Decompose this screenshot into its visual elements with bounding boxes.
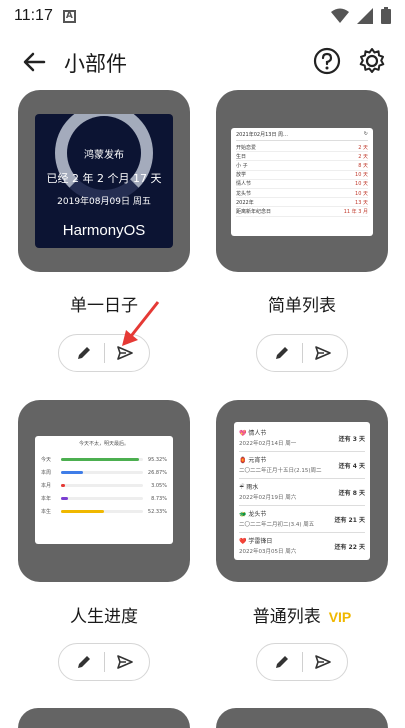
help-icon[interactable] [313,47,341,75]
back-arrow-icon[interactable] [20,48,48,76]
life-progress-preview: 今天不太，明天最后。 今天 95.32% 本周 26.87% 本月 3.05% 本年 8… [35,436,173,544]
signal-icon [357,7,373,24]
single-day-preview: 鸿蒙发布 已经 2 年 2 个月 17 天 2019年08月09日 周五 Har… [35,114,173,248]
red-arrow-annotation [122,301,160,346]
progress-fill [61,510,104,513]
preview-event-name: 鸿蒙发布 [84,150,124,161]
widget-label-simple-list: 简单列表 [268,296,336,316]
vip-badge: VIP [328,609,352,625]
progress-fill [61,458,139,461]
page-title: 小部件 [64,52,127,76]
widget-actions-simple-list [256,334,348,372]
edit-pencil-icon[interactable] [273,653,291,671]
progress-row: 本周 26.87% [41,469,167,477]
widget-card-single-day[interactable]: 鸿蒙发布 已经 2 年 2 个月 17 天 2019年08月09日 周五 Har… [18,90,190,272]
preview-date: 2019年08月09日 周五 [57,197,151,207]
progress-fill [61,471,84,474]
list-item: ❤️ 学雷锋日 2022年03月05日 周六 还有 22 天 [239,538,365,555]
progress-row: 本生 52.33% [41,508,167,516]
refresh-icon: ↻ [363,131,368,137]
send-icon[interactable] [116,653,134,671]
simple-list-preview: 2021年02月13日 周… ↻ 开始恋爱 2 天 生日 2 天 小 子8 天 放学 1… [231,128,373,236]
app-bar: 小部件 [0,38,405,86]
widget-card-life-progress[interactable]: 今天不太，明天最后。 今天 95.32% 本周 26.87% 本月 3.05% 本年 8… [18,400,190,582]
widget-label-normal-list: 普通列表 VIP [252,607,352,627]
list-item: 开始恋爱 2 天 [236,144,368,153]
progress-row: 本年 8.73% [41,495,167,503]
status-icons [331,7,391,24]
edit-pencil-icon[interactable] [273,344,291,362]
send-icon[interactable] [314,344,332,362]
send-icon[interactable] [314,653,332,671]
preview-header-date: 2021年02月13日 周… [236,132,289,138]
list-item: 2022年 13 天 [236,199,368,208]
preview-caption: 今天不太，明天最后。 [78,441,129,447]
list-item: 距离新年纪念日 11 年 3 月 [236,208,368,217]
normal-list-preview: 💖 情人节 2022年02月14日 周一 还有 3 天 🏮 元宵节 二〇二二年正月十五… [234,422,370,560]
list-item: 💖 情人节 2022年02月14日 周一 还有 3 天 [239,425,365,452]
progress-row: 今天 95.32% [41,456,167,464]
divider [103,343,105,363]
list-item: 放学 10 天 [236,172,368,180]
list-item: 生日 2 天 [236,153,368,162]
widget-card-simple-list[interactable]: 2021年02月13日 周… ↻ 开始恋爱 2 天 生日 2 天 小 子8 天 放学 1… [216,90,388,272]
list-item: 🐲 龙头节 二〇二二年二月初二(3.4) 周五 还有 21 天 [239,506,365,533]
edit-pencil-icon[interactable] [75,653,93,671]
divider [103,652,105,672]
status-time: 11:17 [14,7,53,24]
widget-label-single-day: 单一日子 [70,296,138,316]
preview-duration: 已经 2 年 2 个月 17 天 [46,172,162,185]
status-bar: 11:17 A [0,0,405,32]
list-item: ☔ 雨水 2022年02月19日 周六 还有 8 天 [239,479,365,506]
widget-card-partial[interactable] [18,708,190,728]
list-item: 情人节 10 天 [236,181,368,189]
wifi-icon [331,8,349,23]
widget-card-normal-list[interactable]: 💖 情人节 2022年02月14日 周一 还有 3 天 🏮 元宵节 二〇二二年正月十五… [216,400,388,582]
widget-actions-life-progress [58,643,150,681]
edit-pencil-icon[interactable] [75,344,93,362]
list-item: 小 子8 天 [236,162,368,171]
list-item: 🏮 元宵节 二〇二二年正月十五日(2.15)周二 还有 4 天 [239,452,365,479]
progress-fill [61,484,66,487]
harmonyos-logo: HarmonyOS [62,222,146,239]
battery-icon [381,7,391,24]
widget-label-life-progress: 人生进度 [70,607,138,627]
widget-actions-normal-list [256,643,348,681]
progress-row: 本月 3.05% [41,482,167,490]
settings-gear-icon[interactable] [357,46,387,76]
divider [301,652,303,672]
progress-fill [61,497,69,500]
list-item: 龙头节 10 天 [236,190,368,199]
divider [301,343,303,363]
widget-card-partial[interactable] [216,708,388,728]
notification-a-icon: A [62,9,76,23]
